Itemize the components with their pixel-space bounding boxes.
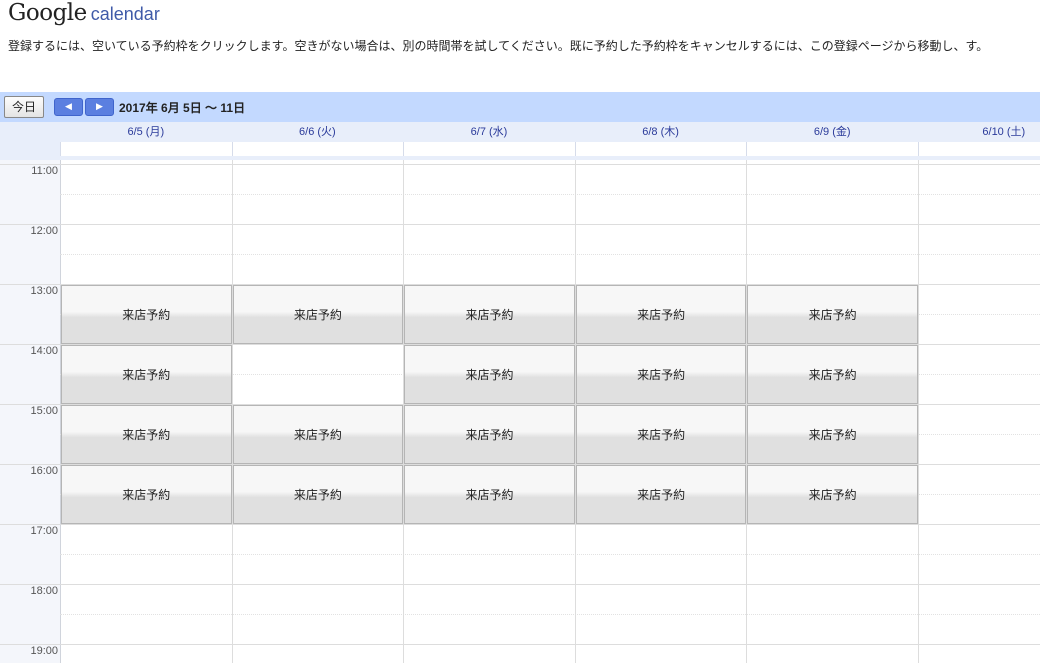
appointment-slot[interactable]: 来店予約 [575, 345, 747, 404]
all-day-cell [403, 142, 575, 156]
time-label: 18:00 [30, 585, 58, 597]
appointment-slot-label: 来店予約 [465, 368, 514, 382]
google-logo-text: Google [8, 0, 87, 26]
appointment-slot[interactable]: 来店予約 [404, 405, 575, 464]
hour-gridline [0, 524, 1040, 525]
time-column: 11:00 12:00 13:00 14:00 15:00 16:00 17:00 18:00… [0, 160, 61, 663]
all-day-cell [231, 142, 404, 156]
appointment-slot[interactable]: 来店予約 [747, 465, 918, 524]
appointment-slot-label: 来店予約 [465, 428, 514, 442]
time-label: 19:00 [30, 645, 58, 657]
today-button[interactable]: 今日 [4, 96, 45, 118]
day-header[interactable]: 6/7 (水) [403, 122, 575, 142]
hour-gridline [0, 584, 1040, 585]
chevron-left-icon: ◀ [65, 102, 72, 112]
time-label: 14:00 [30, 345, 58, 357]
appointment-slot-label: 来店予約 [293, 488, 342, 502]
half-hour-gridline [60, 614, 1040, 615]
appointment-slot-label: 来店予約 [808, 368, 857, 382]
time-label: 13:00 [30, 285, 58, 297]
day-column-divider [918, 160, 919, 663]
half-hour-gridline [60, 194, 1040, 195]
appointment-slot-label: 来店予約 [293, 428, 342, 442]
appointment-slot[interactable]: 来店予約 [232, 285, 404, 344]
appointment-slot-label: 来店予約 [637, 368, 686, 382]
appointment-slot[interactable]: 来店予約 [575, 405, 747, 464]
date-range-title: 2017年 6月 5日 ～ 11日 [119, 101, 246, 115]
appointment-slot-label: 来店予約 [808, 308, 857, 322]
day-header[interactable]: 6/8 (木) [575, 122, 747, 142]
appointment-slot-label: 来店予約 [465, 488, 514, 502]
appointment-slot-label: 来店予約 [465, 308, 514, 322]
appointment-slot-label: 来店予約 [637, 428, 686, 442]
appointment-slot[interactable]: 来店予約 [61, 465, 232, 524]
chevron-right-icon: ▶ [96, 102, 103, 112]
appointment-slot-label: 来店予約 [293, 308, 342, 322]
appointment-slot[interactable]: 来店予約 [747, 345, 918, 404]
half-hour-gridline [60, 554, 1040, 555]
all-day-cell [918, 142, 1040, 156]
next-week-button[interactable]: ▶ [85, 98, 114, 116]
appointment-slot-label: 来店予約 [637, 308, 686, 322]
appointment-slot-label: 来店予約 [122, 488, 171, 502]
appointment-slot-label: 来店予約 [808, 488, 857, 502]
appointment-slot[interactable]: 来店予約 [575, 465, 747, 524]
all-day-cell [60, 142, 232, 156]
hour-gridline [0, 224, 1040, 225]
calendar-logo-text: calendar [90, 4, 160, 24]
appointment-slot[interactable]: 来店予約 [61, 405, 232, 464]
appointment-slot[interactable]: 来店予約 [61, 285, 232, 344]
all-day-cell [746, 142, 918, 156]
appointment-slot-label: 来店予約 [122, 368, 171, 382]
appointment-slot[interactable]: 来店予約 [404, 465, 575, 524]
time-label: 12:00 [30, 225, 58, 237]
appointment-slot[interactable]: 来店予約 [61, 345, 232, 404]
day-header[interactable]: 6/5 (月) [60, 122, 232, 142]
hour-gridline [0, 164, 1040, 165]
calendar-toolbar: 今日 ◀ ▶ 2017年 6月 5日 ～ 11日 [0, 92, 1040, 122]
appointment-slot-label: 来店予約 [122, 428, 171, 442]
day-header[interactable]: 6/9 (金) [746, 122, 918, 142]
appointment-slot[interactable]: 来店予約 [404, 285, 575, 344]
half-hour-gridline [60, 254, 1040, 255]
day-header-row: 6/5 (月) 6/6 (火) 6/7 (水) 6/8 (木) 6/9 (金) 6/10 … [0, 122, 1040, 160]
appointment-slot[interactable]: 来店予約 [232, 465, 404, 524]
day-header[interactable]: 6/6 (火) [232, 122, 404, 142]
time-label: 15:00 [30, 405, 58, 417]
day-header[interactable]: 6/10 (土) [918, 122, 1040, 142]
google-calendar-logo: Google calendar [8, 0, 160, 32]
appointment-slot[interactable]: 来店予約 [404, 345, 575, 404]
appointment-slot[interactable]: 来店予約 [232, 405, 404, 464]
booking-instructions: 登録するには、空いている予約枠をクリックします。空きがない場合は、別の時間帯を試… [8, 39, 989, 53]
time-label: 16:00 [30, 465, 58, 477]
appointment-slot-label: 来店予約 [122, 308, 171, 322]
appointment-slot[interactable]: 来店予約 [575, 285, 747, 344]
all-day-cell [574, 142, 747, 156]
appointment-slot[interactable]: 来店予約 [747, 285, 918, 344]
appointment-slot-label: 来店予約 [637, 488, 686, 502]
appointment-slot-label: 来店予約 [808, 428, 857, 442]
week-grid: 11:00 12:00 13:00 14:00 15:00 16:00 17:00 18:00… [0, 160, 1040, 663]
time-label: 17:00 [30, 525, 58, 537]
prev-week-button[interactable]: ◀ [54, 98, 83, 116]
hour-gridline [0, 644, 1040, 645]
time-label: 11:00 [31, 165, 58, 177]
appointment-slot[interactable]: 来店予約 [747, 405, 918, 464]
